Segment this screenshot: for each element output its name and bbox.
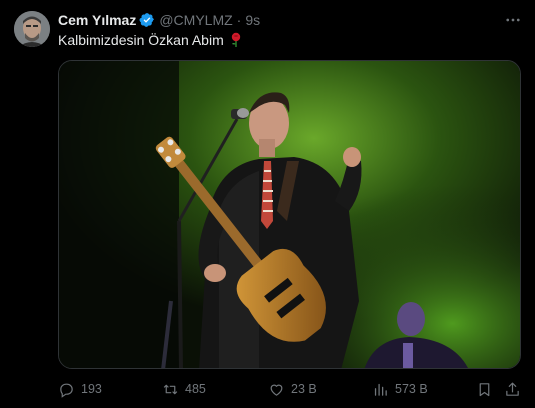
views-icon [374,383,387,396]
more-options-icon[interactable] [503,10,523,30]
bookmark-icon [479,382,490,396]
share-icon [506,382,519,396]
reply-button[interactable]: 193 [58,378,102,400]
avatar[interactable] [14,11,50,47]
like-button[interactable]: 23 B [268,378,317,400]
timestamp[interactable]: 9s [245,12,260,28]
like-icon [270,384,283,396]
retweet-button[interactable]: 485 [162,378,206,400]
views-button[interactable]: 573 B [372,378,428,400]
views-count: 573 B [395,382,428,396]
tweet-text-line: Kalbimizdesin Özkan Abim [58,32,243,48]
author-handle[interactable]: @CMYLMZ [159,12,232,28]
retweet-count: 485 [185,382,206,396]
verified-badge-icon [139,12,155,28]
tweet[interactable]: Cem Yılmaz @CMYLMZ · 9s Kalbimizdesin Öz… [0,0,535,408]
reply-icon [60,383,73,398]
tweet-actions: 193 485 23 B 573 B [58,378,523,400]
bookmark-button[interactable] [476,378,493,400]
like-count: 23 B [291,382,317,396]
rose-icon [229,32,243,48]
reply-count: 193 [81,382,102,396]
separator-dot: · [236,12,242,28]
tweet-header: Cem Yılmaz @CMYLMZ · 9s [58,11,260,29]
retweet-icon [163,384,178,394]
author-name[interactable]: Cem Yılmaz [58,12,136,28]
tweet-text: Kalbimizdesin Özkan Abim [58,32,224,48]
tweet-photo[interactable] [58,60,521,369]
share-button[interactable] [504,378,521,400]
